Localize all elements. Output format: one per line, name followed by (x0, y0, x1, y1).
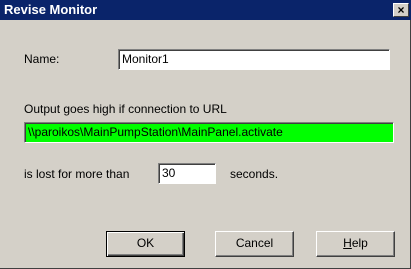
close-icon: × (397, 3, 405, 17)
output-description-label: Output goes high if connection to URL (24, 102, 227, 116)
lost-duration-label: is lost for more than (24, 167, 130, 181)
name-label: Name: (24, 52, 60, 66)
window-title: Revise Monitor (4, 2, 98, 17)
help-button[interactable]: Help (316, 231, 395, 257)
revise-monitor-dialog: Revise Monitor × Name: Monitor1 Output g… (0, 0, 411, 269)
help-mnemonic: H (343, 236, 352, 250)
cancel-button[interactable]: Cancel (215, 231, 294, 257)
title-bar[interactable]: Revise Monitor × (0, 0, 411, 20)
ok-button[interactable]: OK (106, 231, 185, 257)
url-input[interactable]: \\paroikos\MainPumpStation\MainPanel.act… (24, 122, 394, 143)
help-label-rest: elp (351, 236, 368, 250)
close-button[interactable]: × (393, 3, 409, 17)
seconds-input[interactable]: 30 (158, 163, 216, 184)
seconds-unit-label: seconds. (230, 167, 279, 181)
name-input[interactable]: Monitor1 (118, 49, 390, 70)
